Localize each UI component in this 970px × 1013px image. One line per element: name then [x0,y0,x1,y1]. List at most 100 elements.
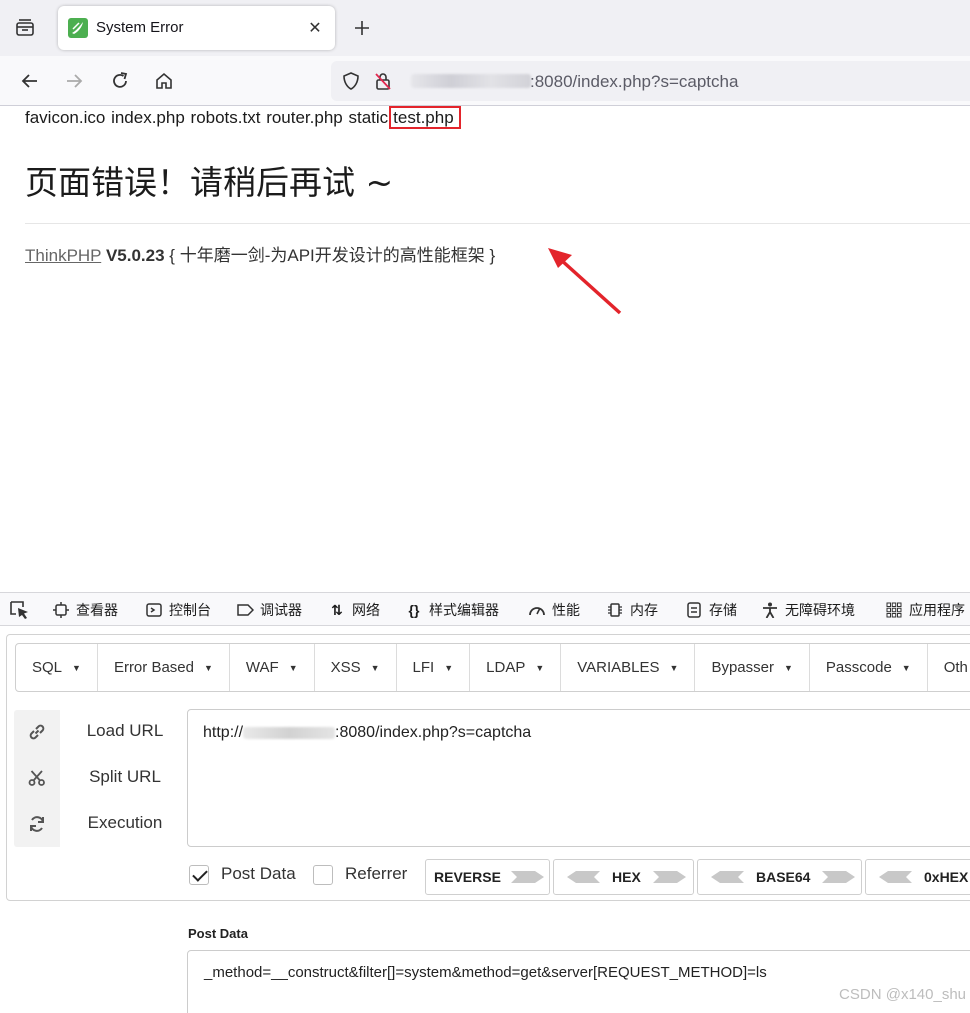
divider [25,223,970,224]
caret-down-icon: ▼ [669,662,679,673]
devtools-tab-label: 调试器 [260,602,302,618]
menu-lfi[interactable]: LFI ▼ [397,644,471,691]
insecure-lock-icon[interactable] [373,71,393,91]
network-icon: ⇅ [331,601,343,618]
devtools-tab-performance[interactable]: 性能 [528,600,580,620]
file-item: robots.txt [190,108,261,127]
devtools-tab-accessibility[interactable]: 无障碍环境 [761,600,855,620]
home-button[interactable] [148,65,180,97]
devtools-tab-label: 网络 [352,602,380,618]
watermark: CSDN @x140_shu [839,986,966,1003]
element-picker-icon[interactable] [9,600,31,620]
menu-bypasser[interactable]: Bypasser ▼ [695,644,810,691]
memory-chip-icon [606,601,624,619]
menu-label: WAF [245,659,279,676]
file-item: favicon.ico [25,108,106,127]
arrow-left-icon [879,871,912,883]
menu-label: SQL [32,659,63,676]
menu-label: Error Based [113,659,194,676]
page-content: favicon.ico index.php robots.txt router.… [0,106,970,592]
menu-error-based[interactable]: Error Based ▼ [98,644,230,691]
menu-label: LDAP [486,659,526,676]
close-tab-icon[interactable]: ✕ [303,16,327,40]
storage-icon [685,601,703,619]
link-icon[interactable] [27,722,47,742]
referrer-checkbox[interactable] [313,865,333,885]
0xhex-button[interactable]: 0xHEX [865,859,970,895]
caret-down-icon: ▼ [901,662,911,673]
devtools-tab-label: 内存 [630,602,658,618]
reverse-button[interactable]: REVERSE [425,859,550,895]
devtools-tab-debugger[interactable]: 调试器 [236,600,302,620]
devtools-tab-memory[interactable]: 内存 [606,600,658,620]
framework-version: V5.0.23 [105,246,165,265]
caret-down-icon: ▼ [444,662,454,673]
devtools-tab-storage[interactable]: 存储 [685,600,737,620]
arrow-right-icon [67,74,83,88]
devtools-tab-style-editor[interactable]: {} 样式编辑器 [405,600,499,620]
hackbar-panel: SQL ▼ Error Based ▼ WAF ▼ XSS ▼ LFI ▼ LDAP ▼ V… [6,634,970,901]
forward-button[interactable] [58,65,90,97]
tab-list-button[interactable] [8,12,42,44]
home-icon [156,72,172,89]
debugger-icon [236,601,254,619]
execution-button[interactable]: Execution [65,813,185,833]
url-textarea-content: http://:8080/index.php?s=captcha [203,724,531,742]
menu-label: LFI [412,659,435,676]
encoder-label: BASE64 [756,869,811,885]
menu-label: VARIABLES [577,659,660,676]
menu-waf[interactable]: WAF ▼ [230,644,315,691]
devtools-tab-label: 应用程序 [909,602,965,618]
caret-down-icon: ▼ [203,662,213,673]
reload-button[interactable] [104,65,136,97]
split-url-button[interactable]: Split URL [65,767,185,787]
hex-button[interactable]: HEX [553,859,694,895]
framework-slogan: { 十年磨一剑-为API开发设计的高性能框架 } [169,246,496,265]
grid-dots-icon [885,601,903,619]
menu-variables[interactable]: VARIABLES ▼ [561,644,696,691]
shield-icon[interactable] [341,71,361,91]
address-bar[interactable]: :8080/index.php?s=captcha [331,61,970,101]
hackbar-menu: SQL ▼ Error Based ▼ WAF ▼ XSS ▼ LFI ▼ LDAP ▼ V… [15,643,970,692]
back-button[interactable] [14,65,46,97]
redacted-host [243,726,336,739]
menu-label: Oth [943,659,968,676]
scissors-icon[interactable] [27,768,47,788]
menu-ldap[interactable]: LDAP ▼ [470,644,562,691]
arrow-left-icon [711,871,744,883]
devtools-tab-label: 控制台 [169,602,211,618]
tab-title: System Error [96,19,184,36]
load-url-button[interactable]: Load URL [65,721,185,741]
devtools-tab-application[interactable]: 应用程序 [885,600,965,620]
menu-xss[interactable]: XSS ▼ [315,644,397,691]
menu-other[interactable]: Oth [928,644,970,691]
menu-sql[interactable]: SQL ▼ [16,644,98,691]
post-data-section-label: Post Data [188,926,248,941]
menu-label: Passcode [825,659,892,676]
caret-down-icon: ▼ [72,662,81,673]
base64-button[interactable]: BASE64 [697,859,862,895]
devtools-toolbar: 查看器 控制台 调试器 ⇅ 网络 {} 样式编辑器 性能 内存 存储 无障碍环境… [0,592,970,626]
refresh-icon[interactable] [27,814,47,834]
url-text: :8080/index.php?s=captcha [530,72,739,91]
framework-footer: ThinkPHP V5.0.23 { 十年磨一剑-为API开发设计的高性能框架 … [25,241,495,266]
arrow-right-icon [652,871,686,883]
post-data-textarea[interactable]: _method=__construct&filter[]=system&meth… [187,950,970,1013]
devtools-tab-network[interactable]: ⇅ 网络 [328,600,380,620]
devtools-tab-inspector[interactable]: 查看器 [52,600,118,620]
url-textarea[interactable]: http://:8080/index.php?s=captcha [187,709,970,847]
reload-icon [113,72,128,88]
caret-down-icon: ▼ [288,662,298,673]
menu-passcode[interactable]: Passcode ▼ [810,644,928,691]
framework-link[interactable]: ThinkPHP [25,246,101,265]
devtools-tab-console[interactable]: 控制台 [145,600,211,620]
active-tab[interactable]: System Error ✕ [58,6,335,50]
tab-bar: System Error ✕ [0,0,970,56]
encoder-label: 0xHEX [924,869,969,885]
gauge-icon [528,601,546,619]
new-tab-button[interactable] [346,12,378,44]
braces-icon: {} [408,602,420,618]
post-data-checkbox[interactable] [189,865,209,885]
referrer-checkbox-label: Referrer [345,864,408,883]
devtools-tab-label: 查看器 [76,602,118,618]
